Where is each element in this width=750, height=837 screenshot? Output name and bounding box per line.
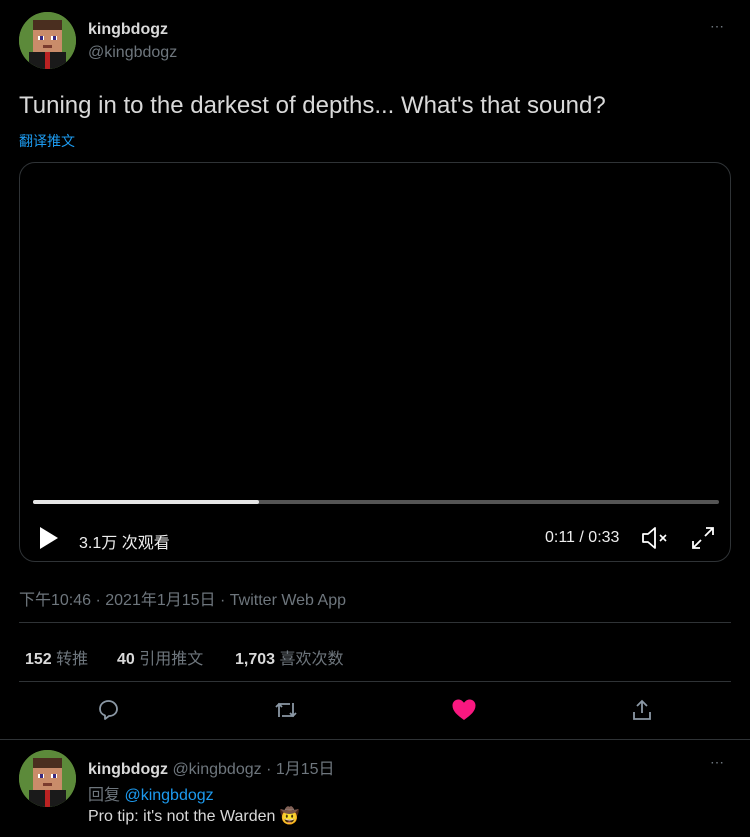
avatar-image — [19, 750, 76, 807]
quotes-count: 40 — [117, 651, 135, 668]
retweets-label: 转推 — [56, 651, 89, 668]
retweet-icon — [275, 702, 297, 718]
tweet-source[interactable]: Twitter Web App — [230, 592, 346, 609]
muted-speaker-icon — [642, 527, 667, 549]
translate-tweet-link[interactable]: 翻译推文 — [19, 131, 75, 151]
divider — [19, 622, 731, 623]
author-avatar[interactable] — [19, 12, 76, 69]
divider — [0, 739, 750, 740]
video-progress-fill — [33, 500, 260, 504]
author-name[interactable]: kingbdogz — [88, 21, 168, 39]
tweet-text: Tuning in to the darkest of depths... Wh… — [19, 92, 606, 119]
likes-label: 喜欢次数 — [279, 651, 344, 668]
tweet-meta: 下午10:46 · 2021年1月15日 · Twitter Web App — [19, 586, 346, 610]
fullscreen-icon — [692, 527, 714, 549]
quotes-label: 引用推文 — [139, 651, 204, 668]
video-time: 0:11 / 0:33 — [545, 529, 620, 546]
reply-author-avatar[interactable] — [19, 750, 76, 807]
quotes-stat[interactable]: 40 引用推文 — [117, 645, 203, 669]
more-options-icon[interactable]: ⋯ — [710, 18, 725, 35]
fullscreen-button[interactable] — [690, 525, 716, 556]
tweet-timestamp[interactable]: 下午10:46 · 2021年1月15日 — [19, 592, 216, 609]
reply-button[interactable] — [88, 690, 128, 730]
reply-date[interactable]: · 1月15日 — [262, 761, 334, 778]
reply-text: Pro tip: it's not the Warden 🤠 — [88, 808, 300, 825]
share-button[interactable] — [622, 690, 662, 730]
play-icon — [40, 527, 58, 549]
meta-separator: · — [215, 592, 230, 609]
video-progress-bar[interactable] — [33, 500, 719, 504]
heart-icon — [452, 699, 476, 720]
reply-more-options-icon[interactable]: ⋯ — [710, 754, 725, 771]
share-icon — [633, 699, 651, 720]
retweet-button[interactable] — [266, 690, 306, 730]
view-count: 3.1万 次观看 — [79, 535, 170, 552]
author-handle[interactable]: @kingbdogz — [88, 44, 177, 62]
avatar-image — [19, 12, 76, 69]
likes-count: 1,703 — [235, 651, 276, 668]
retweets-stat[interactable]: 152 转推 — [25, 645, 88, 669]
replying-to: 回复 @kingbdogz — [88, 781, 214, 805]
likes-stat[interactable]: 1,703 喜欢次数 — [235, 645, 344, 669]
reply-icon — [99, 700, 118, 720]
replying-prefix: 回复 — [88, 787, 125, 804]
play-button[interactable] — [38, 526, 60, 555]
like-button[interactable] — [444, 690, 484, 730]
reply-author-handle[interactable]: @kingbdogz — [172, 761, 261, 778]
reply-header: kingbdogz @kingbdogz · 1月15日 — [88, 755, 335, 779]
reply-author-name[interactable]: kingbdogz — [88, 761, 168, 778]
mute-button[interactable] — [641, 525, 671, 556]
retweets-count: 152 — [25, 651, 52, 668]
divider — [19, 681, 731, 682]
replying-to-link[interactable]: @kingbdogz — [124, 787, 213, 804]
